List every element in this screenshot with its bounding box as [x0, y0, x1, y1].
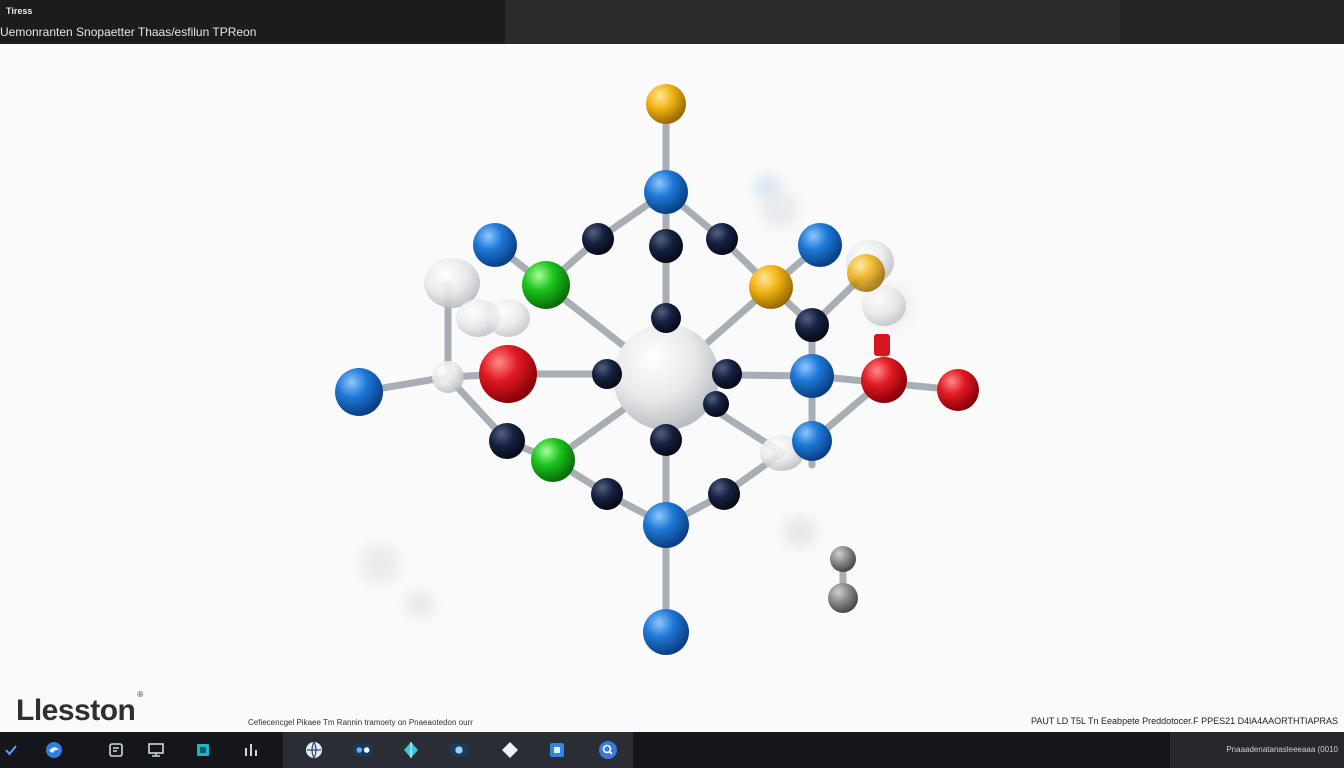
footer-status: PAUT LD T5L Tn Eeabpete Preddotocer.F PP… [1031, 716, 1338, 726]
store-icon[interactable] [546, 739, 568, 761]
diamond-icon[interactable] [499, 739, 521, 761]
search-icon[interactable] [597, 739, 619, 761]
cube-icon[interactable] [192, 739, 214, 761]
edge-browser-icon[interactable] [43, 739, 65, 761]
check-icon[interactable] [0, 739, 22, 761]
logo-mark: ® [137, 690, 143, 699]
title-bar-segment [1120, 0, 1344, 44]
file-icon[interactable] [105, 739, 127, 761]
molecule-viewport[interactable] [0, 44, 1344, 732]
brand-logo: Llesston ® [16, 690, 143, 728]
tray-text: Pnaaadenatanasleeeaaa (0010 [1226, 745, 1338, 754]
app-name: Tiress [6, 6, 33, 16]
globe-icon[interactable] [303, 739, 325, 761]
title-bar-segment [505, 0, 1120, 44]
footer-caption: Cefiecencgel Pikaee Tm Rannin tramoety o… [248, 718, 473, 727]
window-app-icon[interactable] [448, 739, 470, 761]
title-bar: Tiress Uemonranten Snopaetter Thaas/esfi… [0, 0, 1344, 44]
window-title: Uemonranten Snopaetter Thaas/esfilun TPR… [0, 25, 257, 39]
taskbar: Pnaaadenatanasleeeaaa (0010 [0, 732, 1344, 768]
central-atom[interactable] [613, 324, 719, 430]
system-tray: Pnaaadenatanasleeeaaa (0010 [1170, 732, 1344, 768]
gem-icon[interactable] [400, 739, 422, 761]
monitor-icon[interactable] [145, 739, 167, 761]
molecule-render[interactable] [0, 44, 1344, 732]
logo-text: Llesston [16, 694, 136, 727]
molecule-app-icon[interactable] [352, 739, 374, 761]
chart-bars-icon[interactable] [240, 739, 262, 761]
